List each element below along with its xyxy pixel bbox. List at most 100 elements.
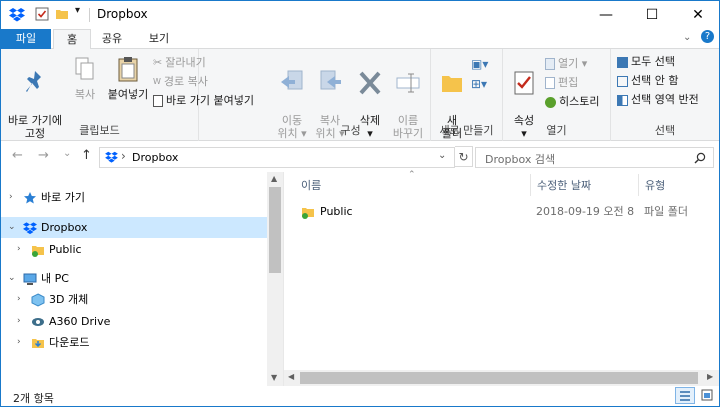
refresh-icon[interactable]: ↻ [455, 146, 473, 167]
column-divider[interactable] [530, 174, 531, 196]
scroll-left-icon[interactable]: ◀ [288, 372, 294, 381]
computer-icon [23, 273, 37, 285]
file-list-scrollbar[interactable]: ◀ ▶ [284, 370, 719, 386]
close-button[interactable]: ✕ [675, 1, 719, 29]
sort-ascending-icon: ⌃ [408, 170, 416, 180]
group-clipboard: 바로 가기에 고정 복사 붙여넣기 ✂ 잘라내기 W 경로 복사 바로 가기 붙… [1, 49, 254, 141]
select-none-label: 선택 안 함 [631, 74, 679, 87]
window-title: Dropbox [97, 7, 148, 21]
a360-drive-icon [32, 318, 44, 326]
list-item[interactable]: Public 2018-09-19 오전 8 파일 폴더 [298, 201, 718, 223]
expand-chevron-icon[interactable]: › [17, 332, 21, 353]
select-all-label: 모두 선택 [631, 55, 675, 68]
copy-button[interactable]: 복사 [71, 55, 99, 101]
column-divider[interactable] [638, 174, 639, 196]
column-header-name[interactable]: 이름 [301, 177, 321, 193]
group-new-label: 새로 만들기 [439, 124, 494, 137]
help-icon[interactable]: ? [701, 30, 714, 43]
file-type: 파일 폴더 [644, 205, 688, 218]
scissors-icon: ✂ [153, 56, 163, 69]
edit-button[interactable]: 편집 [545, 74, 578, 92]
collapse-chevron-icon[interactable]: ⌄ [8, 217, 16, 238]
easy-access-icon[interactable]: ⊞▾ [471, 77, 487, 91]
new-item-icon[interactable]: ▣▾ [471, 57, 488, 71]
breadcrumb[interactable]: Dropbox [132, 151, 178, 164]
ribbon-collapse-icon[interactable]: ⌄ [683, 32, 691, 43]
cut-button[interactable]: ✂ 잘라내기 [153, 54, 206, 72]
tree-item-downloads[interactable]: › 다운로드 [1, 332, 267, 353]
copy-path-icon: W [153, 77, 161, 86]
maximize-button[interactable]: ☐ [629, 1, 675, 29]
search-input[interactable]: Dropbox 검색 [485, 151, 555, 167]
tree-item-dropbox[interactable]: ⌄ Dropbox [1, 217, 267, 238]
group-organize: 이동 위치 ▾ 복사 위치 ▾ 삭제 ▾ 이름 바꾸기 구성 [271, 49, 431, 141]
select-none-button[interactable]: 선택 안 함 [617, 72, 678, 90]
tab-file[interactable]: 파일 [1, 29, 51, 49]
invert-selection-button[interactable]: 선택 영역 반전 [617, 91, 699, 109]
details-view-button[interactable] [675, 387, 695, 404]
scroll-right-icon[interactable]: ▶ [707, 372, 713, 381]
tree-item-3d-objects[interactable]: › 3D 개체 [1, 289, 267, 310]
copy-icon [75, 57, 94, 80]
tab-share[interactable]: 공유 [93, 29, 131, 49]
recent-locations-icon[interactable]: ⌄ [63, 148, 71, 159]
properties-icon [514, 71, 534, 95]
scroll-down-icon[interactable]: ▼ [271, 373, 277, 382]
tab-view[interactable]: 보기 [137, 29, 181, 49]
paste-label: 붙여넣기 [107, 88, 149, 101]
tree-label: 바로 가기 [41, 191, 85, 204]
minimize-button[interactable]: — [583, 1, 629, 29]
group-new: 새 폴더 ▣▾ ⊞▾ 새로 만들기 [431, 49, 503, 141]
expand-chevron-icon[interactable]: › [17, 289, 21, 310]
dropbox-icon [105, 151, 118, 163]
copy-path-button[interactable]: W 경로 복사 [153, 73, 208, 91]
invert-selection-label: 선택 영역 반전 [631, 93, 699, 106]
expand-chevron-icon[interactable]: › [17, 239, 21, 260]
scroll-up-icon[interactable]: ▲ [271, 174, 277, 183]
tree-label: Dropbox [41, 221, 88, 234]
explorer-window: ▾ Dropbox — ☐ ✕ 파일 홈 공유 보기 ⌄ ? 바로 가기에 고정 [0, 0, 720, 407]
expand-chevron-icon[interactable]: › [17, 311, 21, 332]
group-open-label: 열기 [546, 124, 567, 137]
column-header-type[interactable]: 유형 [645, 177, 665, 193]
back-arrow-icon[interactable]: ← [12, 148, 23, 163]
group-select-label: 선택 [654, 124, 676, 137]
search-icon[interactable] [694, 152, 706, 164]
group-select: 모두 선택 선택 안 함 선택 영역 반전 선택 [611, 49, 719, 141]
tree-item-quick-access[interactable]: › 바로 가기 [1, 187, 267, 208]
paste-button[interactable]: 붙여넣기 [105, 55, 151, 101]
search-box[interactable]: Dropbox 검색 [475, 147, 714, 168]
history-label: 히스토리 [559, 95, 600, 108]
open-button[interactable]: 열기 ▾ [545, 55, 587, 73]
breadcrumb-separator-icon[interactable]: › [121, 149, 126, 163]
tree-item-a360-drive[interactable]: › A360 Drive [1, 311, 267, 332]
address-dropdown-icon[interactable]: ⌄ [438, 150, 446, 161]
large-icons-view-button[interactable] [697, 387, 717, 404]
new-folder-qat-icon[interactable] [55, 7, 69, 21]
dropbox-icon [23, 222, 37, 235]
properties-qat-icon[interactable] [35, 7, 49, 21]
file-modified: 2018-09-19 오전 8 [536, 205, 635, 218]
collapse-chevron-icon[interactable]: ⌄ [8, 268, 16, 289]
file-list: ⌃ 이름 수정한 날짜 유형 Public 2018-09-19 오전 8 파일… [284, 170, 719, 386]
details-view-icon [680, 391, 690, 401]
address-bar[interactable]: › Dropbox ⌄ [99, 147, 455, 168]
up-arrow-icon[interactable]: ↑ [81, 148, 92, 163]
column-header-modified[interactable]: 수정한 날짜 [537, 177, 591, 193]
forward-arrow-icon[interactable]: → [38, 148, 49, 163]
expand-chevron-icon[interactable]: › [9, 187, 13, 208]
scrollbar-thumb[interactable] [300, 372, 698, 384]
paste-shortcut-button[interactable]: 바로 가기 붙여넣기 [153, 92, 254, 110]
navigation-pane: › 바로 가기 ⌄ Dropbox › Public ⌄ 내 PC › 3D 개… [1, 172, 283, 386]
downloads-icon [32, 339, 44, 348]
tree-item-public[interactable]: › Public [1, 239, 267, 260]
history-button[interactable]: 히스토리 [545, 93, 599, 111]
scrollbar-thumb[interactable] [269, 187, 281, 273]
delete-icon [359, 71, 381, 95]
qat-dropdown-icon[interactable]: ▾ [75, 5, 80, 16]
select-all-button[interactable]: 모두 선택 [617, 53, 675, 71]
paste-shortcut-icon [153, 95, 163, 107]
tab-home[interactable]: 홈 [53, 29, 91, 50]
tree-item-this-pc[interactable]: ⌄ 내 PC [1, 268, 267, 289]
nav-pane-scrollbar[interactable]: ▲ ▼ [267, 172, 283, 386]
